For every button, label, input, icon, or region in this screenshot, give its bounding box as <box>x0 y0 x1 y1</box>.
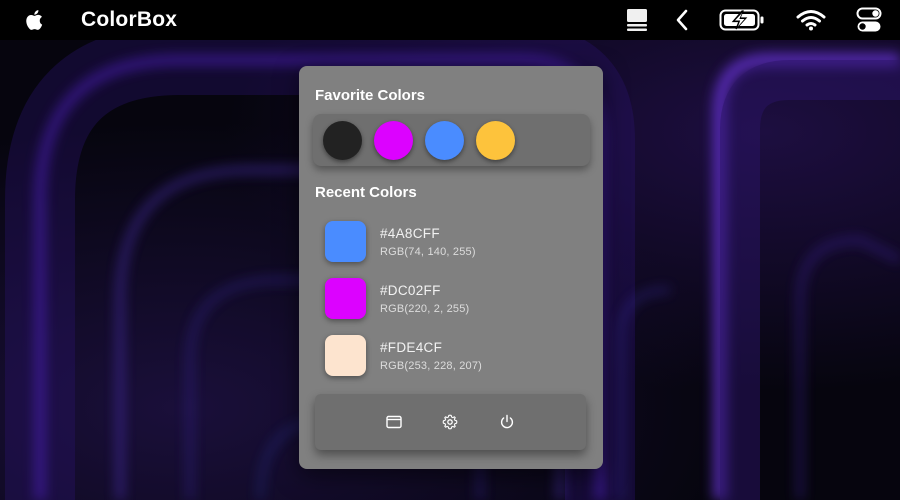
recent-color-rgb: RGB(253, 228, 207) <box>380 360 483 372</box>
recent-color-item[interactable]: #4A8CFF RGB(74, 140, 255) <box>325 221 585 278</box>
control-center-icon[interactable] <box>856 0 882 40</box>
chevron-left-icon[interactable] <box>675 0 689 40</box>
power-icon <box>500 414 514 429</box>
wifi-icon[interactable] <box>796 0 826 40</box>
recent-color-swatch[interactable] <box>325 278 366 319</box>
window-icon <box>386 415 402 429</box>
recent-color-swatch[interactable] <box>325 221 366 262</box>
recent-color-hex: #FDE4CF <box>380 340 443 355</box>
popover-toolbar <box>315 394 586 450</box>
apple-logo-icon[interactable] <box>22 7 48 33</box>
favorite-swatch-yellow[interactable] <box>476 120 515 160</box>
app-name[interactable]: ColorBox <box>81 8 177 32</box>
menu-bar: ColorBox <box>0 0 900 40</box>
recent-color-item[interactable]: #DC02FF RGB(220, 2, 255) <box>325 278 585 335</box>
recent-color-item[interactable]: #FDE4CF RGB(253, 228, 207) <box>325 335 585 392</box>
settings-button[interactable] <box>440 412 460 432</box>
recent-color-hex: #DC02FF <box>380 283 441 298</box>
recent-color-hex: #4A8CFF <box>380 226 440 241</box>
dock-icon[interactable] <box>626 0 648 40</box>
power-button[interactable] <box>497 412 517 432</box>
battery-charging-icon[interactable] <box>719 0 765 40</box>
favorite-colors-title: Favorite Colors <box>315 87 426 104</box>
recent-colors-list: #4A8CFF RGB(74, 140, 255) #DC02FF RGB(22… <box>325 221 585 392</box>
favorite-swatch-magenta[interactable] <box>374 120 413 160</box>
favorite-colors-tray <box>313 114 590 166</box>
colorbox-popover: Favorite Colors Recent Colors #4A8CFF RG… <box>299 66 603 469</box>
recent-color-rgb: RGB(74, 140, 255) <box>380 246 476 258</box>
window-button[interactable] <box>384 412 404 432</box>
favorite-swatch-black[interactable] <box>323 120 362 160</box>
recent-colors-title: Recent Colors <box>315 184 417 201</box>
recent-color-rgb: RGB(220, 2, 255) <box>380 303 470 315</box>
recent-color-swatch[interactable] <box>325 335 366 376</box>
gear-icon <box>442 414 458 430</box>
favorite-swatch-blue[interactable] <box>425 120 464 160</box>
